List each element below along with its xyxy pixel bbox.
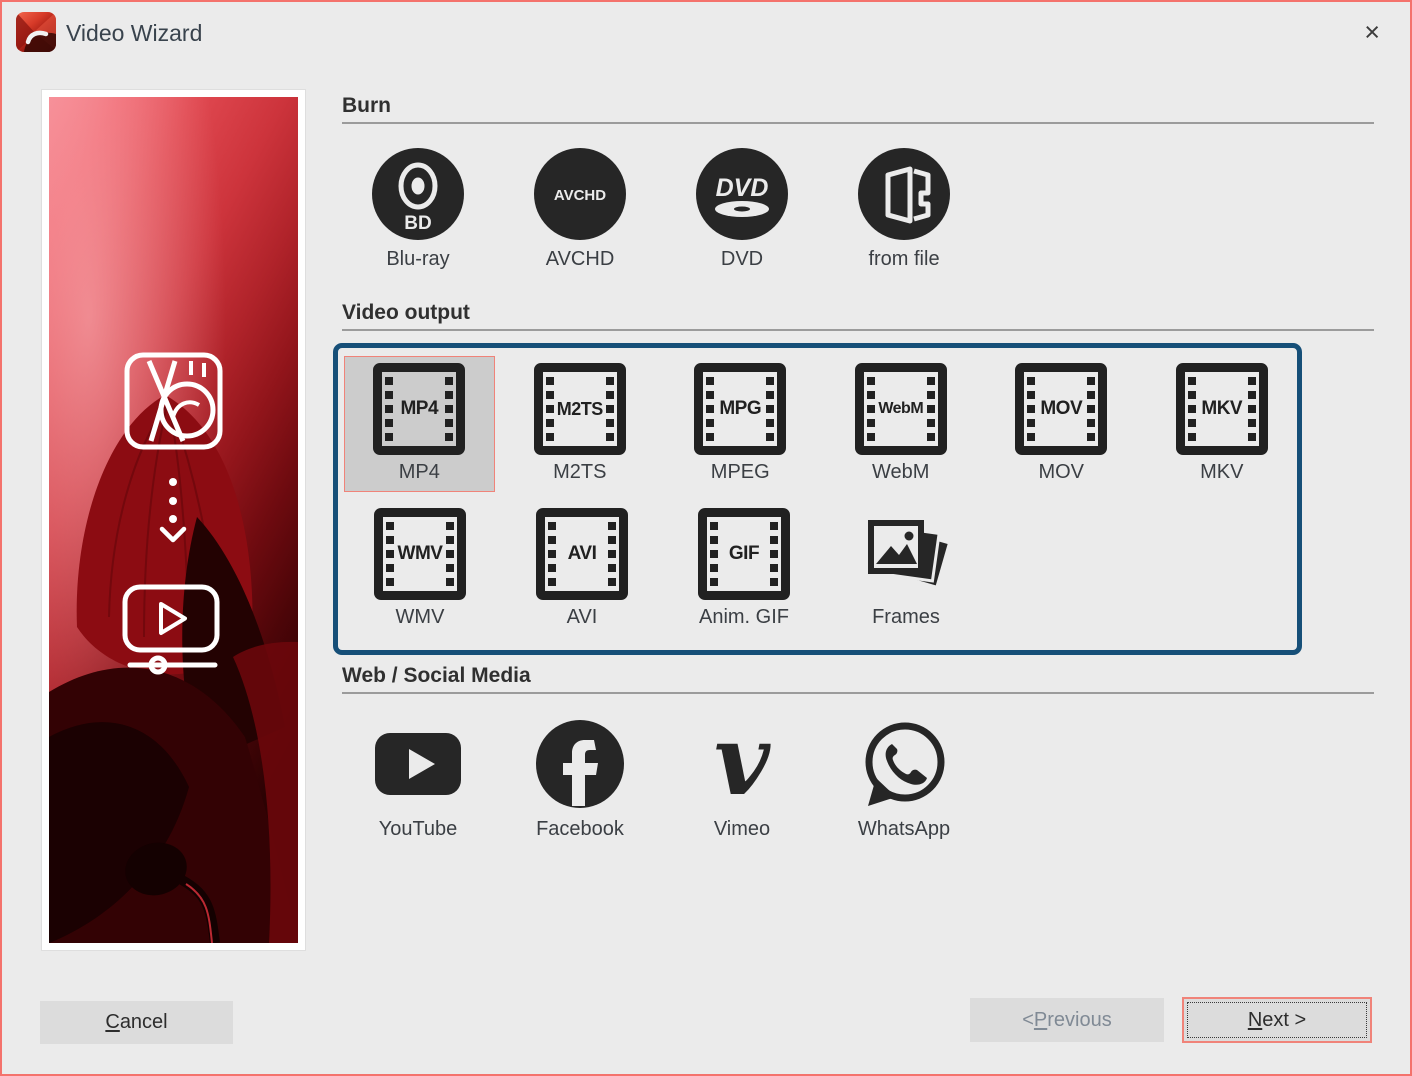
- social-option-facebook[interactable]: Facebook: [504, 718, 656, 841]
- filmstrip-icon: M2TS: [533, 363, 626, 455]
- next-button[interactable]: Next >: [1182, 997, 1372, 1043]
- burn-option-avchd[interactable]: AVCHD AVCHD: [504, 148, 656, 271]
- svg-text:v: v: [714, 718, 771, 810]
- social-option-label: Vimeo: [713, 818, 771, 840]
- burn-option-dvd[interactable]: DVD DVD: [666, 148, 818, 271]
- burn-option-label: from file: [868, 248, 940, 270]
- video-output-row-2: WMV WMV AVI AVI GIF Anim. GIF Frames: [344, 501, 1297, 637]
- video-wizard-dialog: Video Wizard × Burn BD Blu-ray AVCHD AVC…: [0, 0, 1412, 1076]
- social-option-whatsapp[interactable]: WhatsApp: [828, 718, 980, 841]
- svg-text:AVCHD: AVCHD: [554, 187, 606, 204]
- filmstrip-icon: GIF: [698, 508, 790, 600]
- video-output-option-mp4[interactable]: MP4 MP4: [344, 356, 495, 492]
- close-icon[interactable]: ×: [1356, 2, 1388, 64]
- frames-icon: [868, 520, 952, 590]
- video-output-label: AVI: [566, 606, 598, 628]
- social-option-youtube[interactable]: YouTube: [342, 718, 494, 841]
- filmstrip-icon: WebM: [854, 363, 947, 455]
- burn-option-label: AVCHD: [545, 248, 615, 270]
- social-option-vimeo[interactable]: v Vimeo: [666, 718, 818, 841]
- youtube-icon: [375, 733, 461, 795]
- video-output-group: MP4 MP4 M2TS M2TS MPG MPEG WebM WebM MOV…: [333, 343, 1302, 655]
- video-output-option-m2ts[interactable]: M2TS M2TS: [505, 356, 656, 492]
- titlebar: Video Wizard ×: [2, 2, 1410, 64]
- app-logo-icon: [16, 12, 56, 52]
- video-output-option-anim-gif[interactable]: GIF Anim. GIF: [668, 501, 820, 637]
- social-option-label: WhatsApp: [857, 818, 951, 840]
- facebook-icon: [536, 720, 624, 808]
- filmstrip-icon: MOV: [1015, 363, 1108, 455]
- video-output-option-avi[interactable]: AVI AVI: [506, 501, 658, 637]
- cancel-button[interactable]: Cancel: [40, 1001, 233, 1044]
- svg-text:DVD: DVD: [716, 174, 769, 202]
- section-title-web-social: Web / Social Media: [342, 664, 531, 687]
- svg-text:BD: BD: [404, 213, 431, 234]
- video-output-option-frames[interactable]: Frames: [830, 501, 982, 637]
- burn-options-row: BD Blu-ray AVCHD AVCHD DVD DVD from file: [342, 148, 980, 271]
- avchd-disc-icon: AVCHD: [534, 148, 626, 240]
- video-output-option-mov[interactable]: MOV MOV: [986, 356, 1137, 492]
- filmstrip-icon: MPG: [694, 363, 787, 455]
- video-output-label: MOV: [1038, 461, 1085, 483]
- video-output-label: MP4: [398, 461, 440, 483]
- video-output-option-wmv[interactable]: WMV WMV: [344, 501, 496, 637]
- section-title-video-output: Video output: [342, 301, 470, 324]
- section-divider: [342, 692, 1374, 694]
- burn-option-label: Blu-ray: [386, 248, 450, 270]
- previous-button[interactable]: < Previous: [970, 998, 1164, 1042]
- vimeo-icon: v: [714, 718, 771, 810]
- burn-option-label: DVD: [720, 248, 764, 270]
- video-output-label: WMV: [395, 606, 445, 628]
- disc-from-file-icon: [858, 148, 950, 240]
- filmstrip-icon: MKV: [1175, 363, 1268, 455]
- video-output-option-webm[interactable]: WebM WebM: [826, 356, 977, 492]
- section-divider: [342, 329, 1374, 331]
- video-output-row-1: MP4 MP4 M2TS M2TS MPG MPEG WebM WebM MOV…: [344, 356, 1297, 492]
- whatsapp-icon: [865, 722, 945, 806]
- wizard-artwork-panel: [42, 90, 305, 950]
- social-option-label: YouTube: [378, 818, 458, 840]
- video-output-option-mpeg[interactable]: MPG MPEG: [665, 356, 816, 492]
- red-poppy-photo: [49, 97, 298, 943]
- window-title: Video Wizard: [66, 20, 203, 46]
- filmstrip-icon: WMV: [374, 508, 466, 600]
- section-title-burn: Burn: [342, 94, 391, 117]
- burn-option-from-file[interactable]: from file: [828, 148, 980, 271]
- social-option-label: Facebook: [536, 818, 624, 840]
- filmstrip-icon: MP4: [373, 363, 466, 455]
- video-output-label: Anim. GIF: [698, 606, 789, 628]
- burn-option-bluray[interactable]: BD Blu-ray: [342, 148, 494, 271]
- video-output-label: MKV: [1200, 461, 1244, 483]
- bluray-disc-icon: BD: [372, 148, 464, 240]
- section-divider: [342, 122, 1374, 124]
- video-output-label: Frames: [872, 606, 940, 628]
- video-output-label: WebM: [872, 461, 930, 483]
- filmstrip-icon: AVI: [536, 508, 628, 600]
- web-social-row: YouTube Facebook v Vimeo WhatsApp: [342, 718, 980, 841]
- video-output-label: MPEG: [710, 461, 770, 483]
- dvd-disc-icon: DVD: [696, 148, 788, 240]
- video-output-label: M2TS: [553, 461, 607, 483]
- video-output-option-mkv[interactable]: MKV MKV: [1147, 356, 1298, 492]
